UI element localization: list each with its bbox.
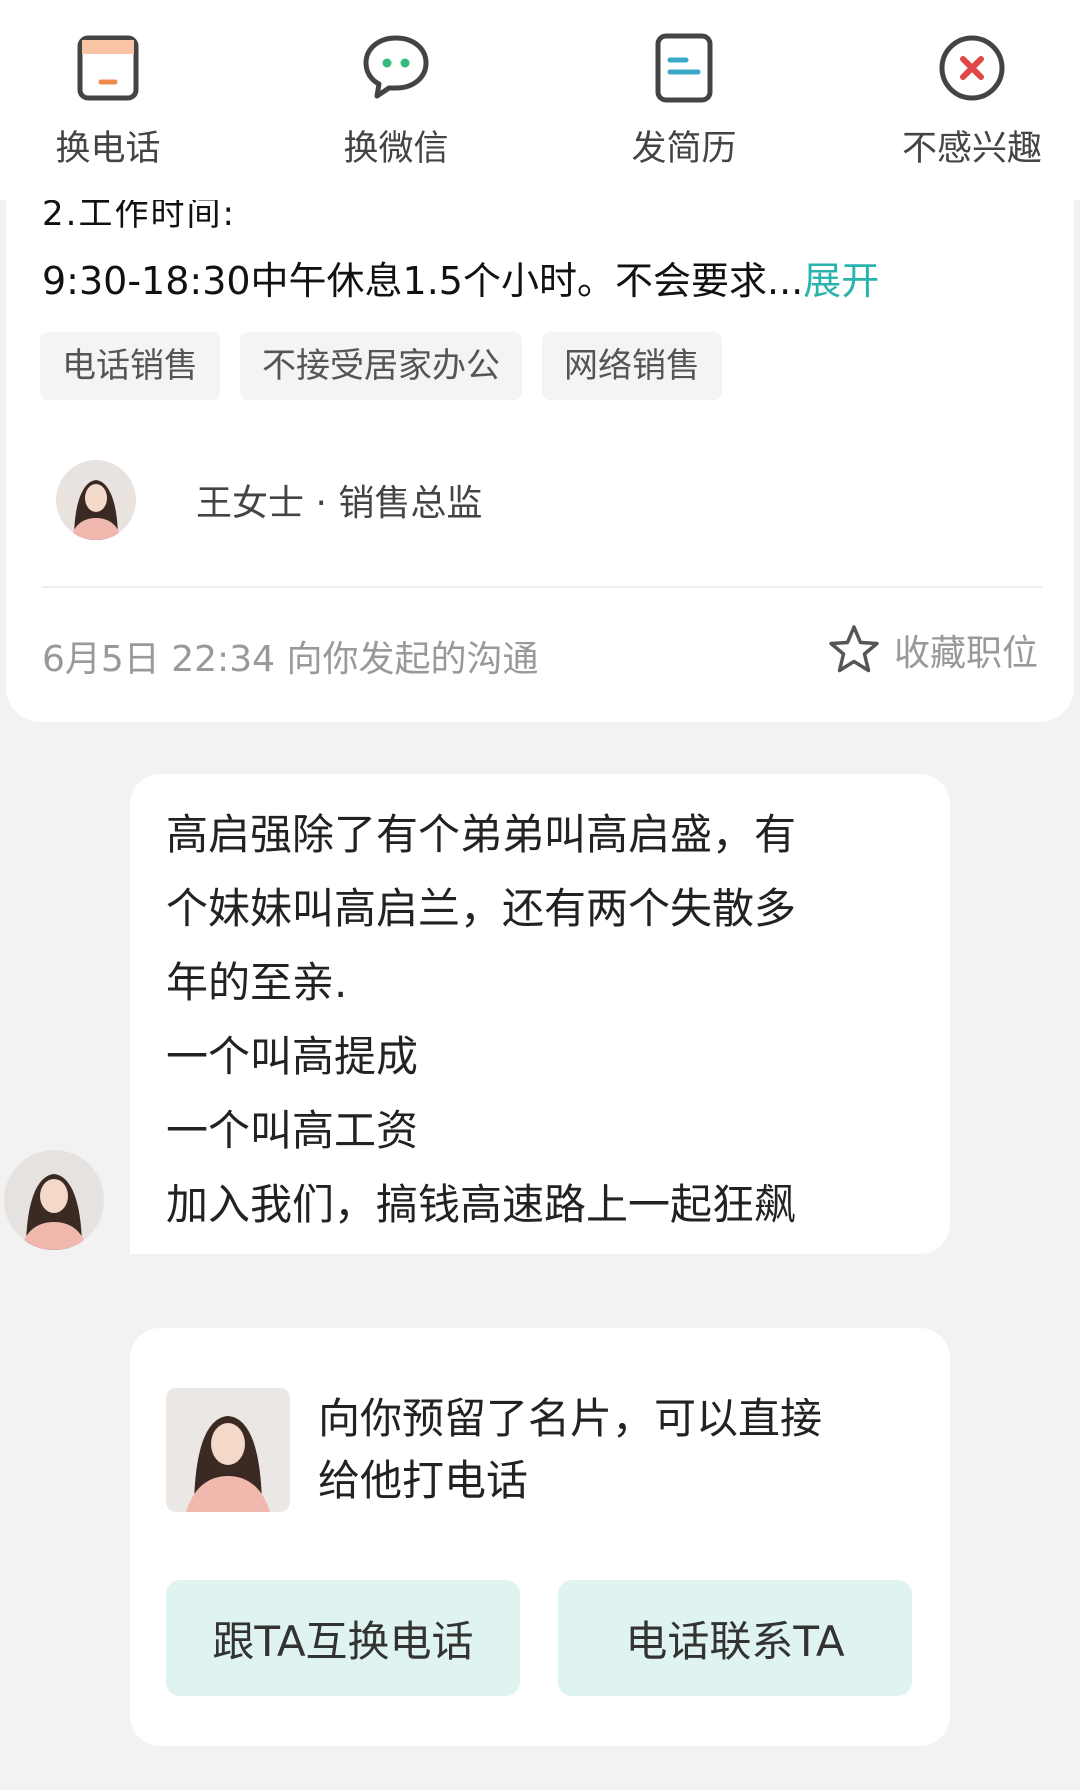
job-description: 9:30-18:30中午休息1.5个小时。不会要求...展开 (42, 250, 879, 305)
star-icon (829, 625, 879, 673)
message-line: 年的至亲. (166, 958, 348, 1007)
chat-initiated-timestamp: 6月5日 22:34 向你发起的沟通 (42, 639, 539, 680)
expand-link[interactable]: 展开 (803, 259, 879, 303)
not-interested-icon (939, 35, 1005, 101)
contact-card-text-line: 向你预留了名片，可以直接 (318, 1394, 823, 1443)
not-interested-button[interactable]: 不感兴趣 (882, 30, 1062, 171)
divider (42, 586, 1042, 588)
action-toolbar: 换电话 换微信 发简历 不感兴趣 (0, 0, 1080, 200)
recruiter-avatar[interactable] (56, 460, 136, 540)
favorite-job-label: 收藏职位 (893, 633, 1038, 674)
exchange-phone-with-ta-button[interactable]: 跟TA互换电话 (166, 1580, 520, 1696)
wechat-icon (363, 35, 429, 99)
recruiter-name-title: 王女士 · 销售总监 (196, 483, 483, 524)
message-line: 一个叫高工资 (166, 1106, 419, 1155)
contact-card-text-line: 给他打电话 (318, 1456, 529, 1505)
message-line: 加入我们，搞钱高速路上一起狂飙 (166, 1180, 797, 1229)
favorite-job-button[interactable]: 收藏职位 (826, 622, 1038, 678)
message-line: 个妹妹叫高启兰，还有两个失散多 (166, 884, 797, 933)
job-detail-card: 2.工作时间: 9:30-18:30中午休息1.5个小时。不会要求...展开 电… (6, 170, 1074, 722)
exchange-wechat-label: 换微信 (343, 129, 449, 169)
job-tag: 不接受居家办公 (240, 332, 522, 400)
contact-card-text: 向你预留了名片，可以直接 给他打电话 (318, 1388, 822, 1512)
message-line: 高启强除了有个弟弟叫高启盛，有 (166, 810, 797, 859)
exchange-phone-button[interactable]: 换电话 (18, 30, 198, 171)
not-interested-label: 不感兴趣 (901, 129, 1042, 169)
sender-avatar[interactable] (4, 1150, 104, 1250)
job-description-text: 9:30-18:30中午休息1.5个小时。不会要求... (42, 259, 804, 303)
chat-message-bubble: 高启强除了有个弟弟叫高启盛，有 个妹妹叫高启兰，还有两个失散多 年的至亲. 一个… (130, 774, 950, 1254)
contact-card-photo (166, 1388, 290, 1512)
contact-card-message: 向你预留了名片，可以直接 给他打电话 跟TA互换电话 电话联系TA (130, 1328, 950, 1746)
exchange-wechat-button[interactable]: 换微信 (306, 30, 486, 171)
recruiter-info[interactable]: 王女士 · 销售总监 (56, 460, 482, 540)
phone-card-icon (77, 35, 139, 101)
job-tags: 电话销售 不接受居家办公 网络销售 (40, 332, 722, 400)
exchange-phone-label: 换电话 (55, 129, 161, 169)
job-tag: 电话销售 (40, 332, 220, 400)
message-line: 一个叫高提成 (166, 1032, 419, 1081)
resume-icon (655, 33, 713, 103)
call-ta-button[interactable]: 电话联系TA (558, 1580, 912, 1696)
job-tag: 网络销售 (542, 332, 722, 400)
send-resume-button[interactable]: 发简历 (594, 30, 774, 171)
send-resume-label: 发简历 (631, 129, 737, 169)
